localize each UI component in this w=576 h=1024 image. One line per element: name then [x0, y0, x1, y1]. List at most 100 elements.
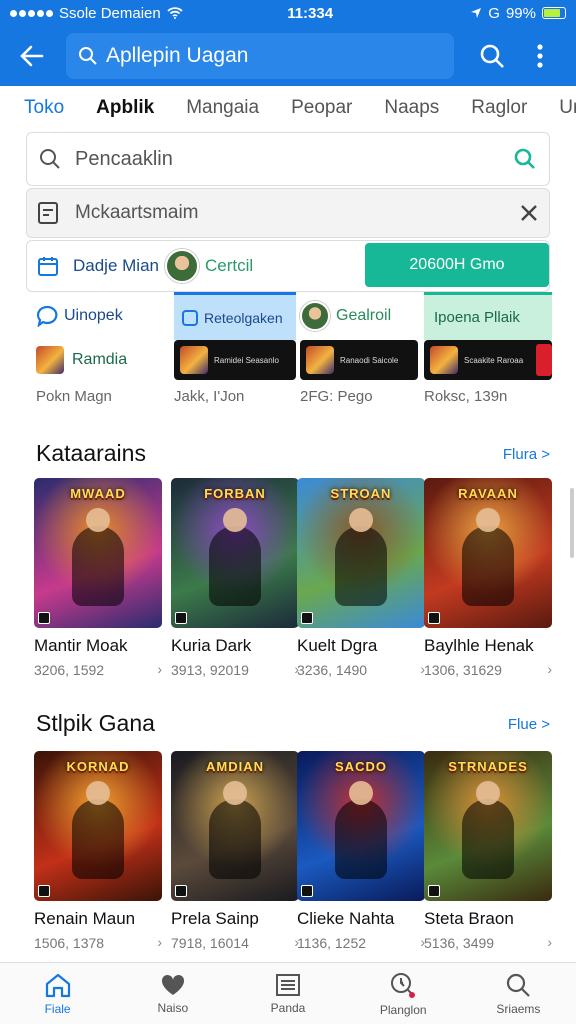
- game-cover-image[interactable]: KORNAD: [34, 751, 162, 901]
- search-icon: [480, 44, 504, 68]
- game-card[interactable]: SACDO Clieke Nahta 1136, 1252 ›: [297, 751, 425, 951]
- account-name: Certcil: [205, 256, 254, 275]
- tab-peopar[interactable]: Peopar: [291, 97, 352, 119]
- account-row: Dadje Mian Certcil 20600H Gmo: [26, 240, 550, 292]
- game-stats: 5136, 3499: [424, 935, 495, 951]
- signal-icon: [10, 9, 53, 17]
- search-input[interactable]: Pencaaklin: [75, 148, 499, 171]
- game-card[interactable]: FORBAN Kuria Dark 3913, 92019 ›: [171, 478, 299, 678]
- promo-badge: [536, 344, 552, 376]
- avatar: [300, 301, 330, 331]
- promo-item[interactable]: Ipoena Pllaik Scaakite Raroaa Roksc, 139…: [424, 292, 552, 412]
- more-vertical-icon: [537, 44, 543, 68]
- promo-item[interactable]: Uinopek Ramdia Pokn Magn: [36, 292, 166, 412]
- platform-badge-icon: [301, 885, 313, 897]
- game-meta: 1136, 1252 ›: [297, 934, 425, 951]
- game-card[interactable]: STROAN Kuelt Dgra 3236, 1490 ›: [297, 478, 425, 678]
- game-card[interactable]: KORNAD Renain Maun 1506, 1378 ›: [34, 751, 162, 951]
- document-icon: [38, 202, 58, 224]
- header-search-field[interactable]: Apllepin Uagan: [66, 33, 454, 79]
- game-cover-image[interactable]: STROAN: [297, 478, 425, 628]
- game-meta: 1306, 31629 ›: [424, 661, 552, 678]
- section-more-link[interactable]: Flue >: [508, 716, 550, 733]
- chevron-right-icon[interactable]: ›: [547, 661, 552, 677]
- calendar-icon: [38, 257, 58, 276]
- nav-sriaems[interactable]: Sriaems: [461, 963, 576, 1024]
- game-logo: AMDIAN: [206, 759, 264, 774]
- search-suggestion[interactable]: Mckaartsmaim: [26, 188, 550, 238]
- chevron-right-icon[interactable]: ›: [157, 934, 162, 950]
- game-cover-image[interactable]: RAVAAN: [424, 478, 552, 628]
- nav-label: Sriaems: [496, 1001, 541, 1016]
- section-more-link[interactable]: Flura >: [503, 446, 550, 463]
- tab-apblik[interactable]: Apblik: [96, 97, 154, 119]
- promo-tile-text: Scaakite Raroaa: [464, 355, 524, 365]
- game-title: Clieke Nahta: [297, 909, 395, 928]
- battery-percent: 99%: [505, 4, 536, 22]
- install-button[interactable]: 20600H Gmo: [365, 243, 549, 287]
- game-logo: MWAAD: [70, 486, 126, 501]
- game-card[interactable]: MWAAD Mantir Moak 3206, 1592 ›: [34, 478, 162, 678]
- game-stats: 1136, 1252: [297, 935, 367, 951]
- game-character: [335, 508, 387, 606]
- status-bar: Ssole Demaien 11:334 G 99%: [0, 0, 576, 26]
- list-icon: [276, 973, 300, 996]
- promo-item[interactable]: Reteolgaken Ramidei Seasanlo Jakk, I'Jon: [174, 292, 296, 412]
- game-thumbnail: [36, 346, 64, 374]
- tab-raglor[interactable]: Raglor: [471, 97, 527, 119]
- tab-mangaia[interactable]: Mangaia: [186, 97, 259, 119]
- clock: 11:334: [287, 4, 334, 22]
- chevron-right-icon[interactable]: ›: [547, 934, 552, 950]
- game-card[interactable]: STRNADES Steta Braon 5136, 3499 ›: [424, 751, 552, 951]
- platform-badge-icon: [301, 612, 313, 624]
- chevron-right-icon[interactable]: ›: [157, 661, 162, 677]
- category-tabs: Toko Apblik Mangaia Peopar Naaps Raglor …: [0, 88, 576, 128]
- game-meta: 3236, 1490 ›: [297, 661, 425, 678]
- search-icon: [40, 149, 60, 169]
- more-menu-button[interactable]: [520, 36, 560, 76]
- game-title: Kuelt Dgra: [297, 636, 378, 655]
- game-card[interactable]: RAVAAN Baylhle Henak 1306, 31629 ›: [424, 478, 552, 678]
- game-logo: STRNADES: [448, 759, 528, 774]
- game-cover-image[interactable]: FORBAN: [171, 478, 299, 628]
- scrollbar[interactable]: [570, 488, 574, 558]
- promo-meta: Pokn Magn: [36, 388, 112, 405]
- close-icon[interactable]: [519, 203, 539, 223]
- header-search-text: Apllepin Uagan: [106, 44, 249, 67]
- game-character: [462, 508, 514, 606]
- account-label[interactable]: Dadje Mian: [73, 256, 159, 276]
- game-stats: 7918, 16014: [171, 935, 249, 951]
- game-title: Baylhle Henak: [424, 636, 534, 655]
- game-meta: 3913, 92019 ›: [171, 661, 299, 678]
- game-logo: KORNAD: [66, 759, 130, 774]
- heart-icon: [161, 974, 184, 995]
- game-cover-image[interactable]: MWAAD: [34, 478, 162, 628]
- game-card[interactable]: AMDIAN Prela Sainp 7918, 16014 ›: [171, 751, 299, 951]
- game-character: [72, 781, 124, 879]
- header-search-button[interactable]: [472, 36, 512, 76]
- nav-label: Panda: [270, 1000, 306, 1015]
- game-cover-image[interactable]: STRNADES: [424, 751, 552, 901]
- nav-fiale[interactable]: Fiale: [0, 963, 115, 1024]
- search-submit-icon[interactable]: [513, 147, 537, 171]
- suggestion-text: Mckaartsmaim: [75, 202, 199, 223]
- tab-toko[interactable]: Toko: [24, 97, 64, 119]
- bottom-navigation: Fiale Naiso Panda Planglon Sriaems: [0, 962, 576, 1024]
- tab-naaps[interactable]: Naaps: [384, 97, 439, 119]
- nav-naiso[interactable]: Naiso: [115, 963, 230, 1024]
- game-stats: 1506, 1378: [34, 935, 105, 951]
- nav-planglon[interactable]: Planglon: [346, 963, 461, 1024]
- game-cover-image[interactable]: SACDO: [297, 751, 425, 901]
- wifi-icon: [167, 7, 183, 19]
- game-cover-image[interactable]: AMDIAN: [171, 751, 299, 901]
- tab-ur[interactable]: Ur: [559, 97, 576, 119]
- game-title: Prela Sainp: [171, 909, 259, 928]
- back-button[interactable]: [12, 36, 52, 76]
- clock-search-icon: [391, 972, 416, 998]
- game-character: [72, 508, 124, 606]
- game-meta: 7918, 16014 ›: [171, 934, 299, 951]
- platform-badge-icon: [428, 885, 440, 897]
- promo-item[interactable]: Gealroil Ranaodi Saicole 2FG: Pego: [300, 292, 418, 412]
- game-thumbnail: [306, 346, 334, 374]
- nav-panda[interactable]: Panda: [230, 963, 345, 1024]
